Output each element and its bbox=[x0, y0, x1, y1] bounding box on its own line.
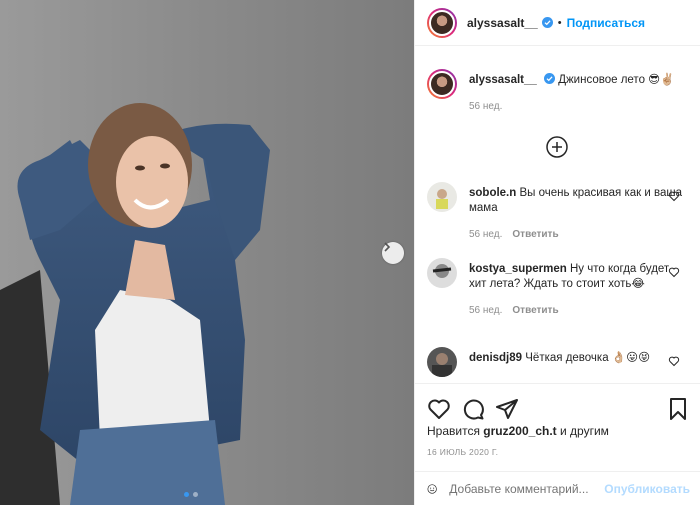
bookmark-icon[interactable] bbox=[666, 397, 690, 421]
photo-image bbox=[0, 0, 414, 505]
comment-input[interactable] bbox=[449, 481, 605, 496]
comment-username[interactable]: kostya_supermen bbox=[469, 263, 567, 275]
comment-text: Чёткая девочка 👌🏼😛😝 bbox=[525, 352, 651, 364]
comment-item: kostya_supermen Ну что когда будет хит л… bbox=[415, 258, 700, 318]
caption-text: Джинсовое лето 😎✌🏼 bbox=[558, 74, 675, 86]
comment-item: denisdj89 Чёткая девочка 👌🏼😛😝 bbox=[415, 347, 700, 377]
heart-icon[interactable] bbox=[668, 190, 680, 202]
next-photo-button[interactable] bbox=[382, 242, 404, 264]
likes-suffix[interactable]: и другим bbox=[560, 424, 609, 438]
comment-avatar[interactable] bbox=[427, 347, 457, 377]
reply-button[interactable]: Ответить bbox=[512, 305, 558, 316]
author-avatar[interactable] bbox=[427, 7, 457, 38]
post-panel: alyssasalt__ • Подписаться alyssasalt__ … bbox=[414, 0, 700, 505]
verified-icon bbox=[541, 17, 553, 28]
share-icon[interactable] bbox=[495, 397, 519, 421]
post-photo[interactable] bbox=[0, 0, 414, 505]
heart-icon[interactable] bbox=[427, 397, 451, 421]
post-date: 16 ИЮЛЬ 2020 Г. bbox=[427, 447, 499, 457]
next-arrow-icon bbox=[384, 242, 391, 252]
comment-time: 56 нед. bbox=[469, 305, 503, 316]
comment-avatar[interactable] bbox=[427, 258, 457, 288]
comment-avatar[interactable] bbox=[427, 182, 457, 212]
smile-icon[interactable] bbox=[427, 478, 437, 500]
carousel-dot bbox=[193, 492, 198, 497]
caption-time: 56 нед. bbox=[469, 101, 503, 112]
heart-icon[interactable] bbox=[668, 266, 680, 278]
comments-list: alyssasalt__ Джинсовое лето 😎✌🏼 56 нед. … bbox=[415, 55, 700, 382]
reply-button[interactable]: Ответить bbox=[512, 229, 558, 240]
comment-username[interactable]: denisdj89 bbox=[469, 352, 522, 364]
separator-dot: • bbox=[557, 16, 562, 29]
publish-button[interactable]: Опубликовать bbox=[604, 482, 690, 496]
caption-username[interactable]: alyssasalt__ bbox=[469, 74, 537, 86]
verified-icon bbox=[544, 73, 555, 84]
post-header: alyssasalt__ • Подписаться bbox=[415, 0, 700, 46]
follow-button[interactable]: Подписаться bbox=[567, 16, 645, 30]
author-username[interactable]: alyssasalt__ bbox=[467, 16, 538, 30]
likes-user[interactable]: gruz200_ch.t bbox=[483, 424, 556, 438]
comment-username[interactable]: sobole.n bbox=[469, 187, 516, 199]
comment-icon[interactable] bbox=[461, 397, 485, 421]
plus-circle-icon[interactable] bbox=[545, 135, 569, 159]
carousel-dots bbox=[184, 492, 198, 497]
comment-item: sobole.n Вы очень красивая как и ваша ма… bbox=[415, 182, 700, 242]
likes-text: Нравится gruz200_ch.t и другим bbox=[415, 424, 700, 438]
comment-time: 56 нед. bbox=[469, 229, 503, 240]
carousel-dot bbox=[184, 492, 189, 497]
caption-row: alyssasalt__ Джинсовое лето 😎✌🏼 56 нед. bbox=[415, 69, 700, 114]
caption-avatar[interactable] bbox=[427, 69, 457, 99]
heart-icon[interactable] bbox=[668, 355, 680, 367]
post-actions: Нравится gruz200_ch.t и другим 16 ИЮЛЬ 2… bbox=[415, 383, 700, 505]
add-comment-row: Опубликовать bbox=[415, 471, 700, 505]
likes-prefix: Нравится bbox=[427, 424, 480, 438]
